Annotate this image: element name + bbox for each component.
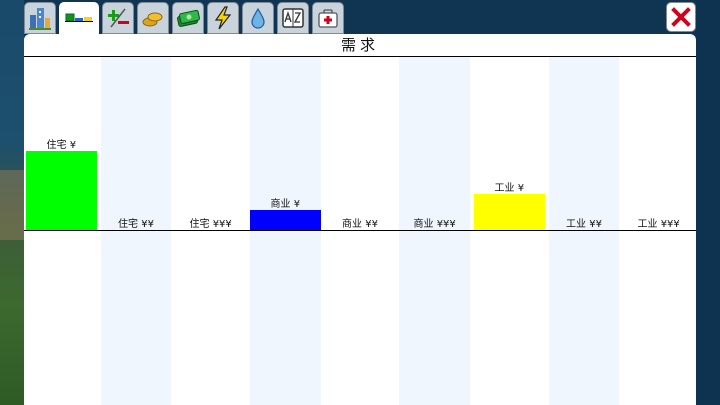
bar-label: 工业 ¥ (494, 183, 525, 195)
background-edge (696, 0, 720, 405)
close-x-icon (671, 7, 691, 27)
column-stripe (100, 57, 172, 405)
bar-label: 商业 ¥ (270, 199, 301, 211)
bar-label: 商业 ¥¥ (342, 219, 378, 230)
water-drop-icon (251, 7, 265, 29)
bar-label: 商业 ¥¥¥ (413, 219, 456, 230)
plus-minus-icon (108, 8, 129, 28)
tab-health[interactable] (312, 2, 344, 34)
tab-demand[interactable] (59, 2, 99, 36)
panel-title: 需求 (340, 36, 379, 54)
demand-bar (250, 210, 321, 230)
tab-dictionary[interactable] (277, 2, 309, 34)
close-button[interactable] (666, 2, 696, 32)
tab-budget[interactable] (102, 2, 134, 34)
lightning-icon (214, 6, 232, 30)
tab-bar (24, 2, 344, 36)
city-buildings-icon (29, 8, 51, 30)
demand-bars-icon (65, 13, 93, 22)
tab-city-stats[interactable] (24, 2, 56, 34)
zero-baseline (24, 230, 696, 231)
demand-bar (26, 151, 97, 230)
bar-label: 住宅 ¥ (46, 140, 77, 151)
bar-label: 住宅 ¥¥ (118, 219, 154, 230)
column-stripe (399, 57, 470, 405)
column-stripe (250, 57, 321, 405)
background-map (0, 0, 24, 405)
bar-label: 工业 ¥¥¥ (637, 219, 680, 230)
tab-water[interactable] (242, 2, 274, 34)
bar-label: 住宅 ¥¥¥ (189, 219, 232, 230)
demand-panel: 需求 住宅 ¥ 住宅 ¥¥ 住宅 ¥¥¥ 商业 ¥ 商业 ¥¥ 商业 ¥¥¥ 工业 ¥ 工业 … (24, 34, 696, 405)
tab-finance[interactable] (172, 2, 204, 34)
az-book-icon (282, 8, 304, 28)
bar-label: 工业 ¥¥ (566, 219, 602, 230)
column-stripe (548, 57, 620, 405)
tab-power[interactable] (207, 2, 239, 34)
coins-icon (142, 12, 163, 27)
first-aid-kit-icon (318, 9, 338, 28)
demand-chart: 住宅 ¥ 住宅 ¥¥ 住宅 ¥¥¥ 商业 ¥ 商业 ¥¥ 商业 ¥¥¥ 工业 ¥ 工业 ¥¥ 工… (24, 57, 696, 405)
tab-taxes[interactable] (137, 2, 169, 34)
money-bills-icon (177, 9, 200, 27)
demand-bar (474, 194, 545, 230)
